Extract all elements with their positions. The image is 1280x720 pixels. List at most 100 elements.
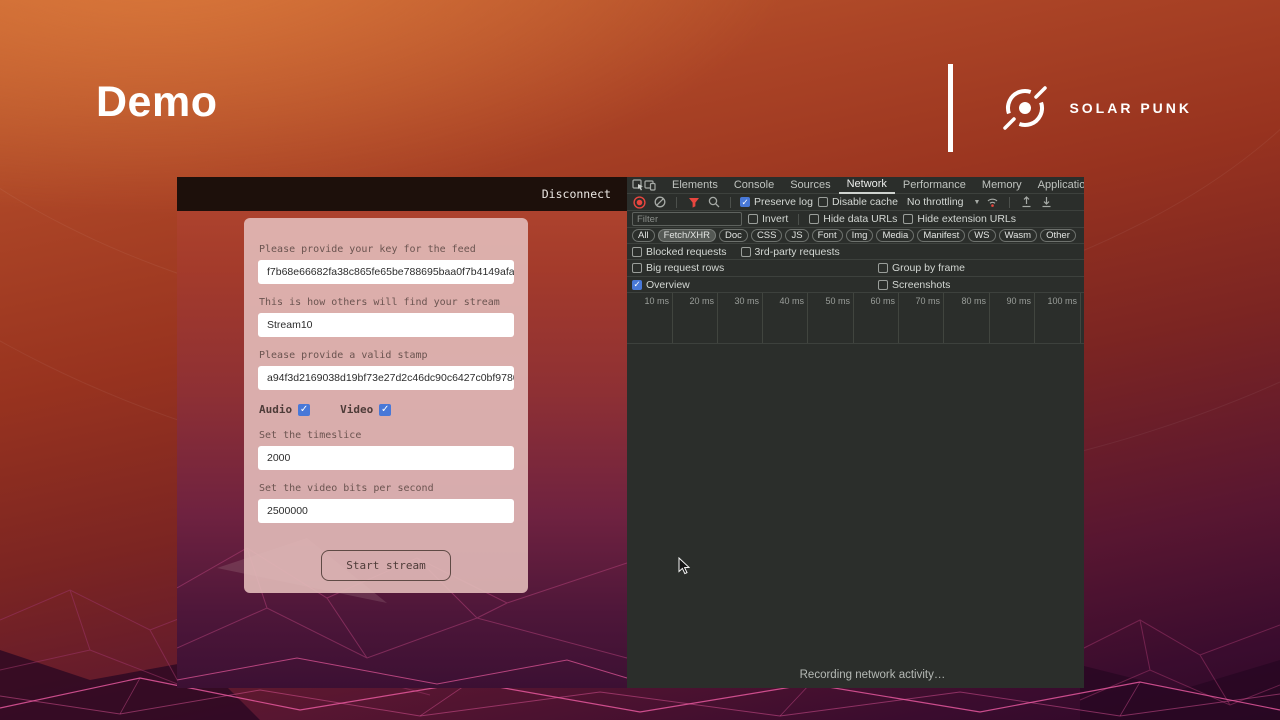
disconnect-button[interactable]: Disconnect	[542, 187, 611, 201]
overview-checkbox[interactable]	[632, 280, 642, 290]
ruler-tick: 70 ms	[899, 293, 944, 343]
ruler-tick: 20 ms	[673, 293, 718, 343]
preserve-log-checkbox[interactable]	[740, 197, 750, 207]
clear-icon[interactable]	[652, 195, 667, 209]
request-type-chips: All Fetch/XHR Doc CSS JS Font Img Media …	[627, 228, 1084, 244]
record-icon[interactable]	[632, 195, 647, 209]
key-label: Please provide your key for the feed	[259, 244, 514, 255]
hide-data-urls-checkbox[interactable]	[809, 214, 819, 224]
app-header-bar: Disconnect	[177, 177, 627, 211]
chip-js[interactable]: JS	[785, 229, 808, 242]
hide-extension-urls-label: Hide extension URLs	[917, 213, 1016, 225]
inspect-element-icon[interactable]	[632, 178, 644, 193]
ruler-tick: 60 ms	[854, 293, 899, 343]
key-field[interactable]	[258, 260, 514, 284]
filter-funnel-icon[interactable]	[686, 195, 701, 209]
throttling-dropdown[interactable]: No throttling ▼	[907, 196, 981, 208]
audio-checkbox[interactable]	[298, 404, 310, 416]
chip-doc[interactable]: Doc	[719, 229, 748, 242]
ruler-tick: 90 ms	[990, 293, 1035, 343]
search-icon[interactable]	[706, 195, 721, 209]
chip-css[interactable]: CSS	[751, 229, 783, 242]
timeslice-label: Set the timeslice	[259, 430, 514, 441]
tab-application[interactable]: Application	[1030, 177, 1084, 193]
chip-other[interactable]: Other	[1040, 229, 1076, 242]
chip-ws[interactable]: WS	[968, 229, 995, 242]
overview-options-row: Overview Screenshots	[627, 277, 1084, 293]
hide-extension-urls-toggle[interactable]: Hide extension URLs	[903, 213, 1016, 225]
big-request-rows-checkbox[interactable]	[632, 263, 642, 273]
disable-cache-toggle[interactable]: Disable cache	[818, 196, 898, 208]
chip-media[interactable]: Media	[876, 229, 914, 242]
chip-fetch-xhr[interactable]: Fetch/XHR	[658, 229, 716, 242]
filter-input[interactable]	[632, 212, 742, 226]
stream-name-field[interactable]	[258, 313, 514, 337]
stamp-label: Please provide a valid stamp	[259, 350, 514, 361]
brand-divider	[948, 64, 953, 152]
preserve-log-toggle[interactable]: Preserve log	[740, 196, 813, 208]
export-har-icon[interactable]	[1039, 195, 1054, 209]
screenshots-toggle[interactable]: Screenshots	[878, 279, 950, 291]
chip-all[interactable]: All	[632, 229, 655, 242]
disable-cache-checkbox[interactable]	[818, 197, 828, 207]
tab-sources[interactable]: Sources	[782, 177, 838, 193]
invert-toggle[interactable]: Invert	[748, 213, 788, 225]
group-by-frame-label: Group by frame	[892, 262, 965, 274]
ruler-tick: 10 ms	[627, 293, 673, 343]
chip-font[interactable]: Font	[812, 229, 843, 242]
devtools-tabbar: Elements Console Sources Network Perform…	[627, 177, 1084, 194]
ruler-tick: 100 ms	[1035, 293, 1081, 343]
bitrate-field[interactable]	[258, 499, 514, 523]
chevron-down-icon: ▼	[974, 199, 981, 206]
big-request-rows-toggle[interactable]: Big request rows	[632, 262, 724, 274]
chip-wasm[interactable]: Wasm	[999, 229, 1038, 242]
group-by-frame-checkbox[interactable]	[878, 263, 888, 273]
tab-memory[interactable]: Memory	[974, 177, 1030, 193]
devtools-panel: Elements Console Sources Network Perform…	[627, 177, 1084, 688]
network-empty-state: Recording network activity… Perform a re…	[644, 669, 1084, 688]
hide-data-urls-toggle[interactable]: Hide data URLs	[809, 213, 897, 225]
invert-checkbox[interactable]	[748, 214, 758, 224]
screenshots-label: Screenshots	[892, 279, 950, 291]
screenshots-checkbox[interactable]	[878, 280, 888, 290]
divider	[676, 197, 677, 208]
media-toggles: Audio Video	[259, 403, 514, 416]
group-by-frame-toggle[interactable]: Group by frame	[878, 262, 965, 274]
chip-manifest[interactable]: Manifest	[917, 229, 965, 242]
third-party-toggle[interactable]: 3rd-party requests	[741, 246, 840, 258]
rows-options-row: Big request rows Group by frame	[627, 260, 1084, 277]
video-checkbox[interactable]	[379, 404, 391, 416]
network-conditions-icon[interactable]	[985, 195, 1000, 209]
timeslice-field[interactable]	[258, 446, 514, 470]
third-party-checkbox[interactable]	[741, 247, 751, 257]
timeline-ruler[interactable]: 10 ms 20 ms 30 ms 40 ms 50 ms 60 ms 70 m…	[627, 293, 1084, 344]
invert-label: Invert	[762, 213, 788, 225]
device-toolbar-icon[interactable]	[644, 178, 656, 193]
tab-performance[interactable]: Performance	[895, 177, 974, 193]
video-label: Video	[340, 403, 373, 416]
tab-elements[interactable]: Elements	[664, 177, 726, 193]
big-request-rows-label: Big request rows	[646, 262, 724, 274]
import-har-icon[interactable]	[1019, 195, 1034, 209]
blocked-requests-toggle[interactable]: Blocked requests	[632, 246, 727, 258]
chip-img[interactable]: Img	[846, 229, 874, 242]
ruler-tick: 40 ms	[763, 293, 808, 343]
third-party-label: 3rd-party requests	[755, 246, 840, 258]
filter-row: Invert Hide data URLs Hide extension URL…	[627, 211, 1084, 228]
throttling-value: No throttling	[907, 196, 964, 208]
divider	[1009, 197, 1010, 208]
stream-form-card: Please provide your key for the feed Thi…	[244, 218, 528, 593]
blocked-requests-label: Blocked requests	[646, 246, 727, 258]
hide-extension-urls-checkbox[interactable]	[903, 214, 913, 224]
recording-message: Recording network activity…	[644, 669, 1084, 681]
blocked-requests-row: Blocked requests 3rd-party requests	[627, 244, 1084, 260]
blocked-requests-checkbox[interactable]	[632, 247, 642, 257]
tab-console[interactable]: Console	[726, 177, 782, 193]
solar-punk-logo-icon	[995, 78, 1055, 138]
ruler-tick: 50 ms	[808, 293, 854, 343]
overview-toggle[interactable]: Overview	[632, 279, 690, 291]
stamp-field[interactable]	[258, 366, 514, 390]
tab-network[interactable]: Network	[839, 177, 895, 194]
overview-label: Overview	[646, 279, 690, 291]
start-stream-button[interactable]: Start stream	[321, 550, 451, 581]
